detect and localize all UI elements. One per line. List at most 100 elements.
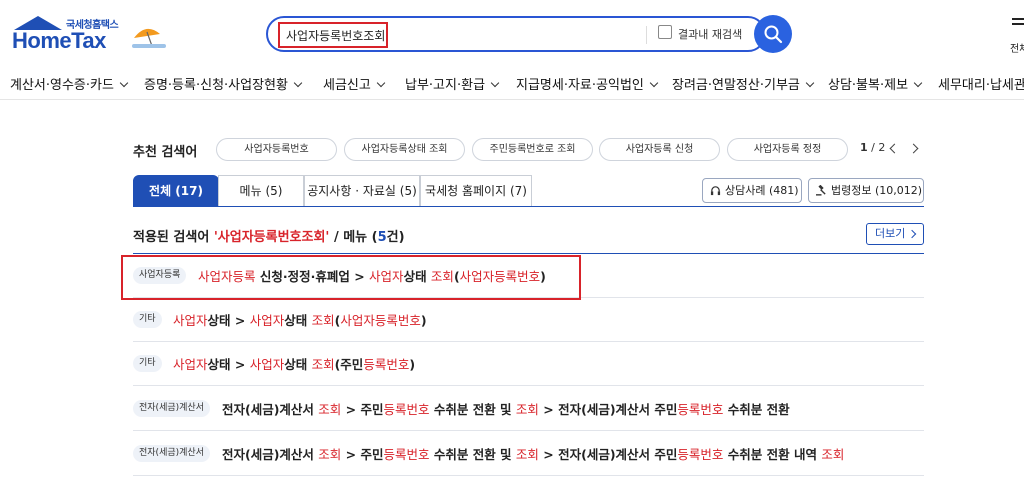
recommend-chip[interactable]: 사업자등록상태 조회 — [344, 138, 465, 161]
all-menu-button[interactable]: 전체 — [1006, 18, 1024, 55]
applied-term: '사업자등록번호조회' — [213, 230, 330, 245]
recommend-chip[interactable]: 사업자등록 정정 — [727, 138, 848, 161]
nav-label: 납부·고지·환급 — [405, 78, 486, 93]
keyword-highlight: 등록번호 — [363, 357, 410, 372]
nav-label: 지급명세·자료·공익법인 — [516, 78, 644, 93]
tab-underline — [133, 206, 924, 207]
nav-item-incentive[interactable]: 장려금·연말정산·기부금 — [672, 74, 815, 93]
nav-item-statement[interactable]: 지급명세·자료·공익법인 — [516, 74, 659, 93]
keyword-highlight: 조회 — [515, 447, 539, 462]
all-menu-label: 전체 — [1010, 44, 1024, 55]
path-text: 수취분 전환 및 — [429, 447, 516, 462]
path-text: 상태 > — [207, 357, 250, 372]
nav-label: 증명·등록·신청·사업장현황 — [144, 78, 288, 93]
result-path[interactable]: 사업자상태 > 사업자상태 조회(주민등록번호) — [173, 354, 415, 373]
path-text: 상태 — [284, 357, 312, 372]
search-box: 사업자등록번호조회 결과내 재검색 — [266, 16, 766, 52]
keyword-highlight: 조회 — [318, 447, 342, 462]
path-text: ) — [420, 313, 427, 328]
path-text: ) — [409, 357, 416, 372]
logo-title: HomeTax — [12, 28, 106, 53]
keyword-highlight: 등록번호 — [383, 447, 430, 462]
keyword-highlight: 등록번호 — [677, 402, 724, 417]
applied-prefix: 적용된 검색어 — [133, 230, 214, 245]
gavel-icon — [816, 185, 826, 196]
first-result-highlight — [121, 255, 581, 300]
path-text: > 주민 — [341, 447, 384, 462]
chevron-right-icon — [907, 229, 917, 239]
result-row[interactable]: 전자(세금)계산서 전자(세금)계산서 조회 > 주민등록번호 수취분 전환 및… — [133, 432, 924, 476]
path-text: > 주민 — [341, 402, 384, 417]
tab-notice[interactable]: 공지사항 · 자료실 (5) — [304, 175, 420, 207]
recommend-label: 추천 검색어 — [133, 145, 198, 160]
keyword-highlight: 조회 — [515, 402, 539, 417]
nav-item-agent[interactable]: 세무대리·납세관리 — [938, 74, 1024, 93]
page-total: 2 — [878, 141, 886, 154]
chevron-down-icon — [490, 78, 500, 88]
recommend-chip[interactable]: 사업자등록번호 — [216, 138, 337, 161]
tab-all[interactable]: 전체 (17) — [133, 175, 219, 207]
result-path[interactable]: 사업자상태 > 사업자상태 조회(사업자등록번호) — [173, 310, 427, 329]
recommend-chip[interactable]: 사업자등록 신청 — [599, 138, 720, 161]
nav-item-invoice[interactable]: 계산서·영수증·카드 — [10, 74, 129, 93]
path-text: 전자(세금)계산서 — [222, 402, 319, 417]
nav-label: 계산서·영수증·카드 — [10, 78, 114, 93]
chevron-down-icon — [913, 78, 923, 88]
result-row[interactable]: 기타 사업자상태 > 사업자상태 조회(주민등록번호) — [133, 342, 924, 386]
result-row[interactable]: 전자(세금)계산서 전자(세금)계산서 조회 > 주민등록번호 수취분 전환 및… — [133, 387, 924, 431]
path-text: 수취분 전환 — [723, 402, 790, 417]
main-nav: 계산서·영수증·카드 증명·등록·신청·사업장현황 세금신고 납부·고지·환급 … — [0, 66, 1024, 100]
nav-item-payment[interactable]: 납부·고지·환급 — [405, 74, 500, 93]
recommend-chip[interactable]: 주민등록번호로 조회 — [472, 138, 593, 161]
applied-mid: / 메뉴 ( — [329, 230, 378, 245]
chevron-down-icon — [376, 78, 386, 88]
chevron-left-icon[interactable] — [889, 143, 900, 154]
category-badge: 전자(세금)계산서 — [133, 400, 210, 417]
applied-count: 5 — [377, 230, 387, 245]
nav-label: 상담·불복·제보 — [828, 78, 909, 93]
applied-suffix: 건) — [386, 230, 405, 245]
law-info-button[interactable]: 법령정보 (10,012) — [808, 178, 924, 203]
page-sep: / — [867, 141, 879, 154]
result-row[interactable]: 기타 사업자상태 > 사업자상태 조회(사업자등록번호) — [133, 298, 924, 342]
result-path[interactable]: 전자(세금)계산서 조회 > 주민등록번호 수취분 전환 및 조회 > 전자(세… — [222, 444, 844, 463]
hamburger-bar — [1012, 23, 1024, 25]
keyword-highlight: 등록번호 — [383, 402, 430, 417]
search-button[interactable] — [754, 15, 792, 53]
nav-item-tax-report[interactable]: 세금신고 — [323, 74, 386, 93]
chevron-down-icon — [119, 78, 129, 88]
more-label: 더보기 — [875, 227, 906, 240]
tab-menu[interactable]: 메뉴 (5) — [218, 175, 304, 207]
consult-case-button[interactable]: 상담사례 (481) — [702, 178, 802, 203]
tab-homepage[interactable]: 국세청 홈페이지 (7) — [420, 175, 532, 207]
nav-label: 세무대리·납세관리 — [938, 78, 1024, 93]
nav-item-certificate[interactable]: 증명·등록·신청·사업장현황 — [144, 74, 303, 93]
more-button[interactable]: 더보기 — [866, 223, 924, 245]
chevron-down-icon — [805, 78, 815, 88]
path-text: 수취분 전환 및 — [429, 402, 516, 417]
chevron-right-icon[interactable] — [908, 143, 919, 154]
page-current: 1 — [860, 141, 868, 154]
recheck-checkbox[interactable] — [658, 25, 672, 39]
keyword-highlight: 조회 — [311, 357, 335, 372]
keyword-highlight: 사업자 — [173, 357, 208, 372]
keyword-highlight: 조회 — [318, 402, 342, 417]
category-badge: 전자(세금)계산서 — [133, 445, 210, 462]
nav-label: 장려금·연말정산·기부금 — [672, 78, 800, 93]
keyword-highlight: 사업자 — [173, 313, 208, 328]
recommend-pager: 1 / 2 — [860, 141, 885, 154]
path-text: 상태 > — [207, 313, 250, 328]
nav-item-consult[interactable]: 상담·불복·제보 — [828, 74, 923, 93]
search-input[interactable]: 사업자등록번호조회 — [286, 27, 385, 44]
category-badge: 기타 — [133, 311, 162, 328]
chevron-down-icon — [293, 78, 303, 88]
applied-keyword: 적용된 검색어 '사업자등록번호조회' / 메뉴 (5건) — [133, 226, 405, 245]
result-path[interactable]: 전자(세금)계산서 조회 > 주민등록번호 수취분 전환 및 조회 > 전자(세… — [222, 399, 790, 418]
law-info-label: 법령정보 (10,012) — [831, 184, 923, 197]
divider — [646, 26, 647, 44]
hometax-logo[interactable]: 국세청홈택스 HomeTax — [10, 14, 170, 54]
recheck-label[interactable]: 결과내 재검색 — [678, 26, 742, 42]
path-text: 수취분 전환 내역 — [723, 447, 822, 462]
path-text: > 전자(세금)계산서 주민 — [538, 447, 678, 462]
keyword-highlight: 사업자등록번호 — [340, 313, 421, 328]
